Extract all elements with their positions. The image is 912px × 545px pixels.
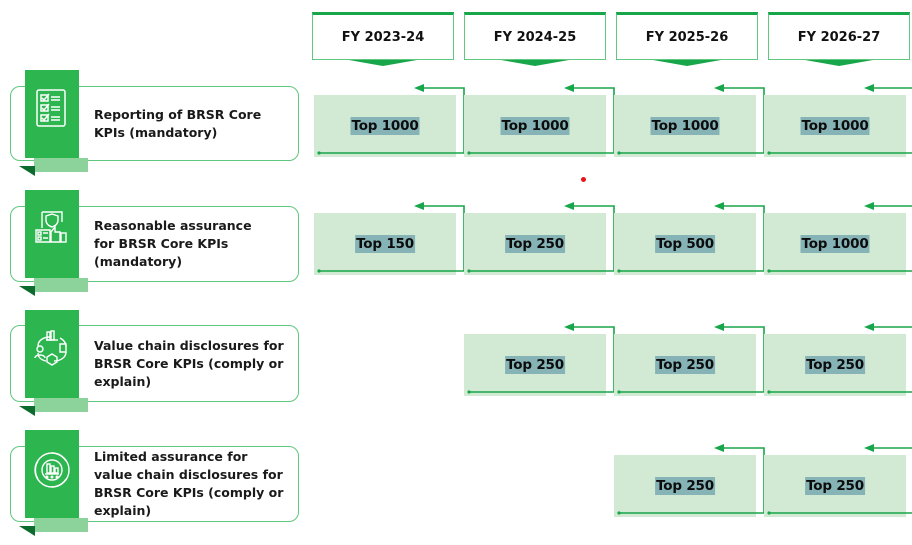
value-label: Top 1000	[650, 117, 720, 135]
value-label: Top 500	[655, 235, 715, 253]
value-cell: Top 250	[764, 444, 912, 517]
year-header-fy2025-26: FY 2025-26	[616, 12, 758, 66]
value-cell: Top 1000	[464, 84, 615, 157]
value-cell: Top 250	[614, 444, 765, 517]
label-line: for BRSR Core KPIs	[94, 236, 229, 251]
row-label-text: Value chain disclosures for BRSR Core KP…	[94, 337, 290, 391]
value-label: Top 1000	[350, 117, 420, 135]
value-cell: Top 250	[764, 323, 912, 396]
down-pointer-icon	[653, 60, 721, 66]
year-header-fy2024-25: FY 2024-25	[464, 12, 606, 66]
label-line: KPIs (mandatory)	[94, 124, 218, 140]
value-label: Top 250	[805, 356, 865, 374]
tab-fold-shadow	[19, 526, 35, 536]
value-chain-cycle-icon	[34, 330, 67, 366]
value-label: Top 250	[655, 356, 715, 374]
label-line: Value chain disclosures for	[94, 337, 284, 353]
tab-fold	[34, 158, 88, 172]
year-label: FY 2026-27	[797, 29, 881, 45]
down-pointer-icon	[501, 60, 569, 66]
value-cell: Top 1000	[314, 84, 465, 157]
value-cell: Top 1000	[614, 84, 765, 157]
row-label-text: Reasonable assurance for BRSR Core KPIs …	[94, 217, 290, 271]
label-line: BRSR Core KPIs (comply or	[94, 485, 284, 500]
tab-fold	[34, 278, 88, 292]
value-label: Top 250	[805, 477, 865, 495]
tab-fold-shadow	[19, 286, 35, 296]
value-cell: Top 1000	[764, 84, 912, 157]
label-line: Limited assurance for	[94, 449, 248, 464]
value-cell: Top 250	[614, 323, 765, 396]
label-line: Reasonable assurance	[94, 218, 252, 233]
down-pointer-icon	[805, 60, 873, 66]
value-label: Top 1000	[800, 117, 870, 135]
label-line: (mandatory)	[94, 254, 183, 269]
label-line: Reporting of BRSR Core	[94, 106, 262, 122]
value-label: Top 1000	[800, 235, 870, 253]
year-header-fy2023-24: FY 2023-24	[312, 12, 454, 66]
assurance-shield-thumbs-up-icon	[35, 211, 67, 243]
value-cell: Top 500	[614, 202, 765, 275]
year-label: FY 2023-24	[341, 29, 425, 45]
label-line: value chain disclosures for	[94, 467, 283, 482]
value-label: Top 150	[355, 235, 415, 253]
label-line: explain)	[94, 373, 152, 389]
value-cell: Top 1000	[764, 202, 912, 275]
label-line: BRSR Core KPIs (comply or	[94, 355, 284, 371]
down-pointer-icon	[349, 60, 417, 66]
tab-fold	[34, 398, 88, 412]
value-cell: Top 250	[464, 202, 615, 275]
year-label: FY 2024-25	[493, 29, 577, 45]
circular-chart-icon	[34, 452, 70, 488]
row-label-text: Limited assurance for value chain disclo…	[94, 448, 290, 520]
checklist-icon	[36, 89, 66, 127]
tab-fold-shadow	[19, 406, 35, 416]
row-label-text: Reporting of BRSR Core KPIs (mandatory)	[94, 106, 290, 142]
value-label: Top 250	[505, 235, 565, 253]
value-label: Top 250	[505, 356, 565, 374]
value-label: Top 250	[655, 477, 715, 495]
red-marker-dot	[581, 177, 586, 182]
year-header-fy2026-27: FY 2026-27	[768, 12, 910, 66]
value-cell: Top 150	[314, 202, 465, 275]
year-label: FY 2025-26	[645, 29, 729, 45]
value-cell: Top 250	[464, 323, 615, 396]
tab-fold	[34, 518, 88, 532]
label-line: explain)	[94, 503, 152, 518]
tab-fold-shadow	[19, 166, 35, 176]
value-label: Top 1000	[500, 117, 570, 135]
